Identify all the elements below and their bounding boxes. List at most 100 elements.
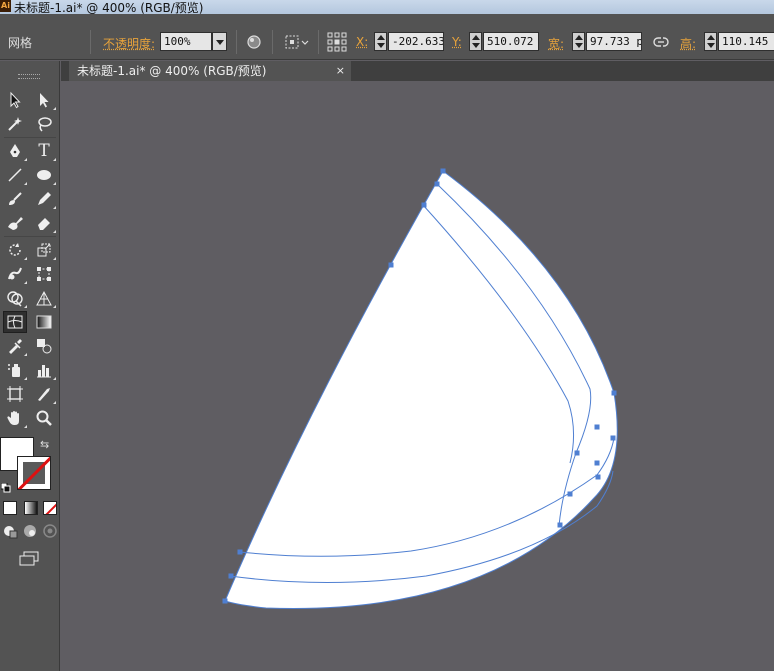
eyedropper-icon [9, 339, 22, 354]
ellipse-icon [37, 170, 51, 180]
slice-tool[interactable] [32, 383, 56, 405]
magic-wand-tool[interactable] [3, 113, 27, 135]
screen-mode-button[interactable] [15, 548, 43, 570]
anchor-point [228, 573, 234, 579]
perspective-grid-tool[interactable] [32, 287, 56, 309]
scale-tool[interactable] [32, 239, 56, 261]
artboard-canvas[interactable] [66, 81, 774, 671]
rotate-tool[interactable] [3, 239, 27, 261]
draw-behind-icon [24, 525, 36, 537]
rotate-icon [9, 243, 21, 256]
line-segment-tool[interactable] [3, 164, 27, 186]
none-mode-button[interactable] [43, 501, 57, 515]
recolor-artwork-icon[interactable] [243, 32, 265, 52]
mesh-shape-artwork[interactable] [66, 81, 774, 671]
draw-normal-icon [4, 526, 18, 539]
line-segment-icon [8, 168, 22, 182]
gradient-tool[interactable] [32, 311, 56, 333]
screen-mode-icon [19, 551, 39, 566]
artboard-icon [7, 386, 23, 402]
draw-normal-button[interactable] [1, 522, 19, 540]
warp-tool[interactable] [3, 263, 27, 285]
anchor-point [434, 181, 440, 187]
mesh-tool[interactable] [3, 311, 27, 333]
gradient-mode-button[interactable] [24, 501, 38, 515]
warp-icon [8, 267, 22, 280]
x-label: X: [356, 35, 369, 49]
draw-behind-button[interactable] [21, 522, 39, 540]
column-graph-icon [37, 365, 51, 378]
default-fill-stroke-icon[interactable] [0, 478, 11, 493]
opacity-input[interactable]: 100% [160, 32, 212, 51]
pencil-tool[interactable] [32, 188, 56, 210]
artboard-tool[interactable] [3, 383, 27, 405]
divider [272, 30, 273, 54]
eyedropper-tool[interactable] [3, 335, 27, 357]
width-input[interactable]: 97.733 p [586, 32, 642, 51]
shape-builder-icon [7, 291, 23, 307]
anchor-point [388, 262, 394, 268]
blend-tool[interactable] [32, 335, 56, 357]
hand-tool[interactable] [3, 407, 27, 429]
close-icon[interactable]: × [336, 61, 345, 81]
align-selection-icon[interactable] [281, 32, 311, 52]
panel-grip[interactable] [18, 74, 40, 79]
y-stepper[interactable] [469, 32, 482, 51]
divider [236, 30, 237, 54]
x-input[interactable]: -202.633 [388, 32, 444, 51]
document-tab-label: 未标题-1.ai* @ 400% (RGB/预览) [77, 64, 267, 78]
paintbrush-tool[interactable] [3, 188, 27, 210]
width-label: 宽: [548, 37, 565, 51]
constrain-proportions-link-icon[interactable] [650, 32, 672, 52]
symbol-sprayer-tool[interactable] [3, 359, 27, 381]
anchor-point [237, 549, 243, 555]
lasso-tool[interactable] [32, 113, 56, 135]
magic-wand-icon [8, 117, 22, 131]
column-graph-tool[interactable] [32, 359, 56, 381]
anchor-point [574, 450, 580, 456]
x-stepper[interactable] [374, 32, 387, 51]
swap-fill-stroke-icon[interactable]: ⇆ [40, 438, 49, 451]
direct-selection-arrow-icon [40, 93, 49, 108]
pencil-icon [38, 192, 51, 205]
eraser-tool[interactable] [32, 212, 56, 234]
type-tool[interactable]: T [32, 140, 56, 162]
tools-panel: T ⇆ [0, 61, 60, 671]
pen-nib-icon [10, 144, 20, 157]
fan-shape[interactable] [224, 170, 618, 609]
anchor-point [222, 598, 228, 604]
anchor-point [595, 474, 601, 480]
height-input[interactable]: 110.145 [718, 32, 774, 51]
color-mode-button[interactable] [3, 501, 17, 515]
blob-brush-tool[interactable] [3, 212, 27, 234]
anchor-point [421, 202, 427, 208]
hand-icon [7, 411, 19, 425]
y-label: Y: [452, 35, 462, 49]
anchor-point [440, 168, 446, 174]
divider [318, 30, 319, 54]
direct-selection-tool[interactable] [32, 89, 56, 111]
perspective-grid-icon [36, 290, 52, 306]
y-input[interactable]: 510.072 [483, 32, 539, 51]
pen-tool[interactable] [3, 140, 27, 162]
document-tab[interactable]: 未标题-1.ai* @ 400% (RGB/预览) × [69, 61, 351, 81]
opacity-dropdown-button[interactable] [212, 32, 227, 51]
width-stepper[interactable] [572, 32, 585, 51]
eraser-icon [38, 218, 50, 230]
ellipse-tool[interactable] [32, 164, 56, 186]
shape-builder-tool[interactable] [3, 287, 27, 309]
stroke-color-swatch[interactable] [17, 456, 51, 490]
height-label: 高: [680, 37, 697, 51]
opacity-label[interactable]: 不透明度: [103, 35, 155, 52]
symbol-sprayer-icon [8, 364, 20, 377]
reference-point-icon[interactable] [326, 32, 348, 52]
anchor-point [557, 522, 563, 528]
height-stepper[interactable] [704, 32, 717, 51]
zoom-tool[interactable] [32, 407, 56, 429]
scale-icon [37, 243, 51, 257]
draw-inside-icon [43, 524, 57, 538]
blend-icon [37, 339, 52, 354]
free-transform-tool[interactable] [32, 263, 56, 285]
selection-tool[interactable] [3, 89, 27, 111]
draw-inside-button[interactable] [41, 522, 59, 540]
